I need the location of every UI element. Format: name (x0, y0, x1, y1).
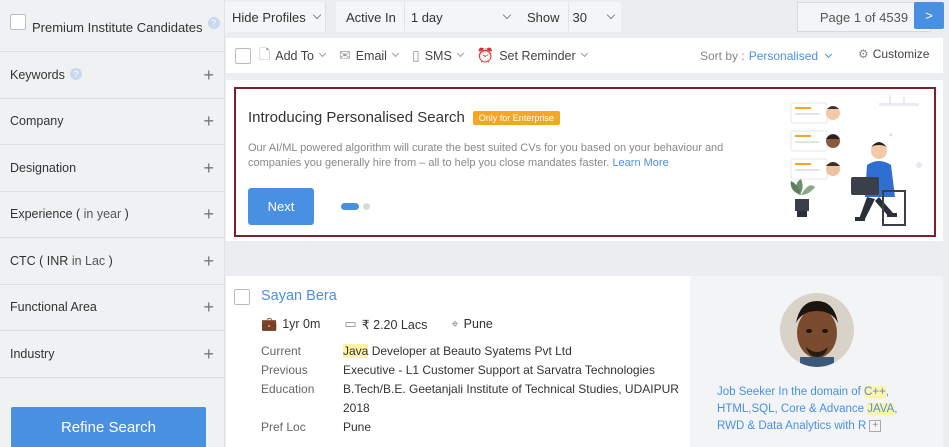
sort-by-value: Personalised (748, 49, 819, 63)
gear-icon: ⚙ (858, 47, 869, 61)
avatar (780, 293, 854, 367)
filter-designation[interactable]: Designation + (0, 145, 224, 192)
filter-label: Experience ( in year ) (10, 207, 129, 222)
sort-by-label: Sort by : (700, 49, 745, 63)
promo-title: Introducing Personalised Search Only for … (248, 109, 560, 126)
detail-row-previous: Previous Executive - L1 Customer Support… (261, 363, 655, 377)
alarm-clock-icon: ⏰ (476, 47, 495, 63)
refine-search-button[interactable]: Refine Search (11, 407, 206, 447)
keyword-highlight: Java (343, 344, 369, 358)
chevron-down-icon (606, 10, 615, 20)
help-icon[interactable]: ? (69, 67, 82, 80)
expand-plus-icon[interactable]: + (203, 205, 214, 223)
hide-profiles-label: Hide Profiles (232, 9, 306, 25)
chevron-down-icon (391, 49, 400, 58)
filter-label: Industry (10, 346, 55, 361)
show-count-select[interactable]: 30 (567, 3, 618, 31)
next-page-button[interactable]: > (914, 2, 944, 29)
detail-row-current: Current Java Developer at Beauto Syatems… (261, 344, 572, 358)
filter-experience[interactable]: Experience ( in year ) + (0, 192, 224, 238)
candidate-details: Current Java Developer at Beauto Syatems… (261, 342, 688, 437)
filter-ctc[interactable]: CTC ( INR in Lac ) + (0, 238, 224, 285)
document-icon: 🗋 (259, 45, 271, 62)
location-meta: ⌖ Pune (451, 316, 493, 331)
customize-button[interactable]: ⚙ Customize (858, 38, 929, 70)
sort-by-dropdown[interactable]: Sort by : Personalised (700, 38, 833, 74)
expand-plus-icon[interactable]: + (203, 159, 214, 177)
filter-label: Designation (10, 160, 77, 175)
personalised-search-banner: Introducing Personalised Search Only for … (234, 87, 936, 237)
expand-summary-button[interactable]: + (869, 419, 882, 432)
enterprise-badge: Only for Enterprise (472, 111, 560, 126)
filter-label: Functional Area (10, 300, 97, 315)
active-in-select[interactable]: 1 day (403, 3, 516, 31)
briefcase-icon: 💼 (261, 316, 278, 331)
expand-plus-icon[interactable]: + (203, 345, 214, 363)
expand-plus-icon[interactable]: + (203, 112, 214, 130)
carousel-dot-active[interactable] (341, 203, 359, 210)
promo-description: Our AI/ML powered algorithm will curate … (248, 142, 724, 169)
hide-profiles-dropdown[interactable]: Hide Profiles (225, 2, 326, 32)
set-reminder-button[interactable]: ⏰ Set Reminder (476, 47, 588, 64)
candidate-card: Sayan Bera 💼 1yr 0m ▭ ₹ 2.20 Lacs ⌖ Pune… (226, 276, 690, 447)
detail-row-education: Education B.Tech/B.E. Geetanjali Institu… (261, 382, 679, 415)
add-to-button[interactable]: 🗋 Add To (259, 44, 327, 68)
expand-plus-icon[interactable]: + (203, 298, 214, 316)
detail-row-pref-loc: Pref Loc Pune (261, 420, 372, 434)
filter-sidebar: Premium Institute Candidates ? Keywords?… (0, 0, 225, 447)
email-button[interactable]: ✉ Email (338, 47, 400, 64)
chevron-down-icon (456, 49, 464, 58)
filter-company[interactable]: Company + (0, 99, 224, 145)
promo-container: Introducing Personalised Search Only for … (226, 80, 943, 241)
active-in-filter: Active In 1 day (336, 2, 536, 32)
filter-industry[interactable]: Industry + (0, 331, 224, 378)
premium-institute-label: Premium Institute Candidates (32, 20, 203, 35)
learn-more-link[interactable]: Learn More (612, 157, 668, 169)
carousel-dot[interactable] (363, 203, 370, 210)
chevron-down-icon (318, 49, 327, 58)
expand-plus-icon[interactable]: + (203, 66, 214, 84)
candidate-summary: Job Seeker In the domain of C++, HTML,SQ… (717, 386, 898, 432)
filter-label: Keywords? (10, 67, 82, 82)
filter-label: Company (10, 114, 64, 129)
candidate-select-checkbox[interactable] (234, 289, 250, 305)
chevron-down-icon (580, 49, 588, 58)
carousel-dots (341, 203, 370, 210)
show-count-filter: Show 30 (517, 2, 621, 32)
active-in-value: 1 day (410, 9, 443, 25)
chevron-down-icon (825, 50, 833, 58)
active-in-label: Active In (346, 9, 396, 25)
page-indicator: Page 1 of 4539 (797, 2, 931, 32)
candidate-side-panel: Job Seeker In the domain of C++, HTML,SQ… (690, 276, 943, 447)
filter-functional-area[interactable]: Functional Area + (0, 285, 224, 331)
show-count-value: 30 (572, 9, 587, 25)
chevron-down-icon (312, 10, 321, 20)
ctc-meta: ▭ ₹ 2.20 Lacs (344, 316, 428, 332)
bulk-action-bar: 🗋 Add To ✉ Email ▯ SMS ⏰ Set Reminder So… (226, 38, 943, 74)
select-all-checkbox[interactable] (235, 47, 251, 64)
results-toolbar: Hide Profiles Active In 1 day Show 30 Pa… (225, 0, 949, 36)
premium-institute-filter[interactable]: Premium Institute Candidates ? (0, 0, 224, 52)
wallet-icon: ▭ (344, 316, 357, 331)
map-pin-icon: ⌖ (451, 316, 459, 331)
filter-keywords[interactable]: Keywords? + (0, 52, 224, 99)
promo-next-button[interactable]: Next (248, 188, 314, 225)
expand-plus-icon[interactable]: + (203, 252, 214, 270)
personalised-search-illustration (790, 95, 922, 226)
experience-meta: 💼 1yr 0m (261, 316, 321, 331)
candidate-name-link[interactable]: Sayan Bera (261, 288, 337, 304)
show-label: Show (527, 9, 560, 25)
candidate-meta: 💼 1yr 0m ▭ ₹ 2.20 Lacs ⌖ Pune (261, 316, 517, 332)
envelope-icon: ✉ (338, 47, 351, 63)
keyword-highlight: C++ (864, 386, 886, 398)
chevron-down-icon (502, 10, 512, 20)
phone-icon: ▯ (411, 47, 420, 63)
keyword-highlight: JAVA (867, 403, 895, 415)
premium-institute-checkbox[interactable] (10, 13, 26, 30)
sms-button[interactable]: ▯ SMS (411, 47, 464, 64)
help-icon[interactable]: ? (207, 16, 220, 29)
filter-label: CTC ( INR in Lac ) (10, 253, 113, 268)
